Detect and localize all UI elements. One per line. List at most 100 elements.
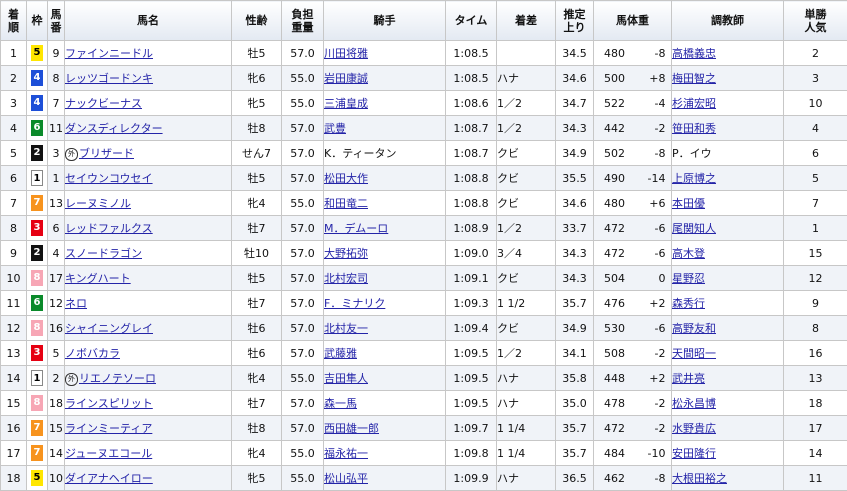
horse-name-link[interactable]: ジューヌエコール (65, 447, 152, 460)
last3f-cell: 35.7 (556, 416, 594, 441)
jockey-link[interactable]: 吉田隼人 (324, 372, 368, 385)
table-row: 17714ジューヌエコール牝455.0福永祐一1:09.81 1/435.748… (1, 441, 847, 466)
body-weight-value: 500 (600, 72, 630, 85)
trainer-link[interactable]: 武井亮 (672, 372, 705, 385)
trainer-link[interactable]: 大根田裕之 (672, 472, 727, 485)
popularity-cell: 10 (784, 91, 847, 116)
trainer-link[interactable]: 高木登 (672, 247, 705, 260)
jockey-cell: 和田竜二 (324, 191, 446, 216)
horse-name-link[interactable]: ラインミーティア (65, 422, 152, 435)
margin-cell: クビ (497, 141, 556, 166)
jockey-link[interactable]: 川田将雅 (324, 47, 368, 60)
margin-cell: 1／2 (497, 91, 556, 116)
last3f-cell: 34.9 (556, 316, 594, 341)
trainer-link[interactable]: 天間昭一 (672, 347, 716, 360)
jockey-link[interactable]: 岩田康誠 (324, 72, 368, 85)
jockey-link[interactable]: 北村友一 (324, 322, 368, 335)
table-row: 924スノードラゴン牡1057.0大野拓弥1:09.03／434.3472-6高… (1, 241, 847, 266)
waku-badge: 8 (31, 395, 43, 411)
sex-age-cell: 牡7 (232, 391, 282, 416)
trainer-link[interactable]: 尾関知人 (672, 222, 716, 235)
trainer-link[interactable]: 安田隆行 (672, 447, 716, 460)
foreign-mark-icon: 外 (65, 373, 78, 386)
time-cell: 1:09.1 (446, 266, 497, 291)
horse-name-link[interactable]: ノボバカラ (65, 347, 120, 360)
trainer-link[interactable]: 森秀行 (672, 297, 705, 310)
jockey-cell: 三浦皇成 (324, 91, 446, 116)
umaban-cell: 15 (48, 416, 65, 441)
weight-cell: 57.0 (282, 416, 324, 441)
horse-name-link[interactable]: セイウンコウセイ (65, 172, 153, 185)
trainer-link[interactable]: 本田優 (672, 197, 705, 210)
trainer-link[interactable]: 松永昌博 (672, 397, 716, 410)
last3f-cell: 34.9 (556, 141, 594, 166)
trainer-link[interactable]: 高橋義忠 (672, 47, 716, 60)
jockey-link[interactable]: F．ミナリク (324, 297, 385, 310)
table-row: 4611ダンスディレクター牡857.0武豊1:08.71／234.3442-2笹… (1, 116, 847, 141)
jockey-link[interactable]: 松田大作 (324, 172, 368, 185)
trainer-link[interactable]: 杉浦宏昭 (672, 97, 716, 110)
sex-age-cell: 牡7 (232, 291, 282, 316)
last3f-cell: 35.7 (556, 291, 594, 316)
horse-name-link[interactable]: リエノテソーロ (79, 372, 156, 385)
horse-name-link[interactable]: キングハート (65, 272, 131, 285)
margin-cell: 1 1/4 (497, 416, 556, 441)
horse-name-link[interactable]: レッツゴードンキ (65, 72, 153, 85)
waku-badge: 3 (31, 345, 43, 361)
trainer-link[interactable]: 上原博之 (672, 172, 716, 185)
jockey-link[interactable]: 和田竜二 (324, 197, 368, 210)
body-weight-value: 530 (600, 322, 630, 335)
umaban-cell: 10 (48, 466, 65, 491)
horse-name-link[interactable]: レッドファルクス (65, 222, 153, 235)
horse-name-link[interactable]: ファインニードル (65, 47, 153, 60)
horse-name-link[interactable]: スノードラゴン (65, 247, 142, 260)
jockey-link[interactable]: 松山弘平 (324, 472, 368, 485)
sex-age-cell: 牝4 (232, 366, 282, 391)
horse-name-cell: 外ブリザード (65, 141, 232, 166)
jockey-link[interactable]: 武豊 (324, 122, 346, 135)
jockey-link[interactable]: 大野拓弥 (324, 247, 368, 260)
horse-name-link[interactable]: レーヌミノル (65, 197, 131, 210)
trainer-name: P．イウ (672, 147, 712, 160)
jockey-link[interactable]: 武藤雅 (324, 347, 357, 360)
trainer-link[interactable]: 笹田和秀 (672, 122, 716, 135)
margin-cell: 1／2 (497, 116, 556, 141)
header-jockey: 騎手 (324, 1, 446, 41)
trainer-link[interactable]: 梅田智之 (672, 72, 716, 85)
trainer-link[interactable]: 水野貴広 (672, 422, 716, 435)
body-weight-value: 472 (600, 222, 630, 235)
waku-badge: 3 (31, 220, 43, 236)
horse-name-link[interactable]: ブリザード (79, 147, 134, 160)
jockey-cell: 森一馬 (324, 391, 446, 416)
horse-name-link[interactable]: ダンスディレクター (65, 122, 163, 135)
weight-cell: 57.0 (282, 391, 324, 416)
trainer-link[interactable]: 星野忍 (672, 272, 705, 285)
horse-name-link[interactable]: ダイアナヘイロー (65, 472, 153, 485)
popularity-cell: 15 (784, 241, 847, 266)
horse-name-cell: キングハート (65, 266, 232, 291)
body-weight-cell: 476+2 (594, 291, 672, 316)
rank-cell: 8 (1, 216, 27, 241)
waku-badge: 6 (31, 295, 43, 311)
jockey-link[interactable]: 北村宏司 (324, 272, 368, 285)
time-cell: 1:08.7 (446, 141, 497, 166)
horse-name-link[interactable]: ラインスピリット (65, 397, 153, 410)
jockey-link[interactable]: 西田雄一郎 (324, 422, 379, 435)
horse-name-link[interactable]: ネロ (65, 297, 87, 310)
jockey-link[interactable]: 森一馬 (324, 397, 357, 410)
jockey-link[interactable]: 三浦皇成 (324, 97, 368, 110)
rank-cell: 4 (1, 116, 27, 141)
jockey-cell: 大野拓弥 (324, 241, 446, 266)
body-weight-cell: 530-6 (594, 316, 672, 341)
trainer-link[interactable]: 高野友和 (672, 322, 716, 335)
time-cell: 1:08.9 (446, 216, 497, 241)
jockey-link[interactable]: 福永祐一 (324, 447, 368, 460)
rank-cell: 18 (1, 466, 27, 491)
sex-age-cell: 牡5 (232, 266, 282, 291)
jockey-link[interactable]: M．デムーロ (324, 222, 388, 235)
body-weight-value: 522 (600, 97, 630, 110)
horse-name-link[interactable]: ナックビーナス (65, 97, 142, 110)
horse-name-cell: ダイアナヘイロー (65, 466, 232, 491)
horse-name-link[interactable]: シャイニングレイ (65, 322, 153, 335)
body-weight-value: 480 (600, 47, 630, 60)
